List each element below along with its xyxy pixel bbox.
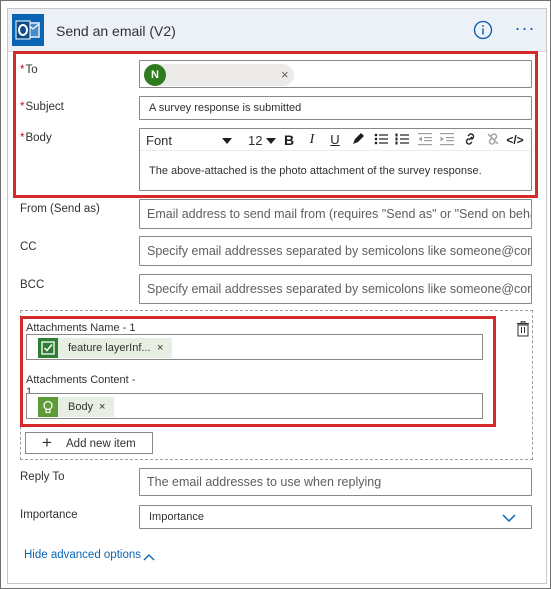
from-field[interactable]: Email address to send mail from (require…	[139, 199, 532, 229]
delete-item-icon[interactable]	[516, 321, 530, 337]
info-icon[interactable]	[473, 20, 493, 40]
bcc-field[interactable]: Specify email addresses separated by sem…	[139, 274, 532, 304]
from-label: From (Send as)	[20, 203, 100, 215]
action-header[interactable]: Send an email (V2) ···	[8, 9, 546, 52]
plus-icon: +	[42, 433, 52, 452]
hide-advanced-options-link[interactable]: Hide advanced options	[24, 549, 141, 561]
importance-value: Importance	[149, 511, 205, 523]
reply-to-field[interactable]: The email addresses to use when replying	[139, 468, 532, 496]
window-frame: Send an email (V2) ··· *To N × *Subject …	[0, 0, 551, 589]
cc-field[interactable]: Specify email addresses separated by sem…	[139, 236, 532, 266]
chevron-up-icon[interactable]	[143, 550, 155, 561]
importance-label: Importance	[20, 509, 78, 521]
more-options-icon[interactable]: ···	[513, 19, 537, 40]
action-title: Send an email (V2)	[56, 23, 176, 39]
chevron-down-icon[interactable]	[502, 512, 516, 523]
reply-to-placeholder: The email addresses to use when replying	[147, 475, 382, 489]
reply-to-label: Reply To	[20, 471, 65, 483]
add-new-item-label: Add new item	[66, 438, 136, 450]
add-new-item-button[interactable]: + Add new item	[25, 432, 153, 454]
importance-select[interactable]: Importance	[139, 505, 532, 529]
cc-label: CC	[20, 241, 37, 253]
highlight-box	[13, 51, 538, 198]
outlook-icon	[12, 14, 44, 46]
highlight-box	[20, 316, 496, 427]
from-placeholder: Email address to send mail from (require…	[147, 207, 531, 221]
action-card: Send an email (V2) ··· *To N × *Subject …	[7, 8, 547, 584]
cc-placeholder: Specify email addresses separated by sem…	[147, 244, 531, 258]
bcc-label: BCC	[20, 279, 45, 291]
bcc-placeholder: Specify email addresses separated by sem…	[147, 282, 531, 296]
